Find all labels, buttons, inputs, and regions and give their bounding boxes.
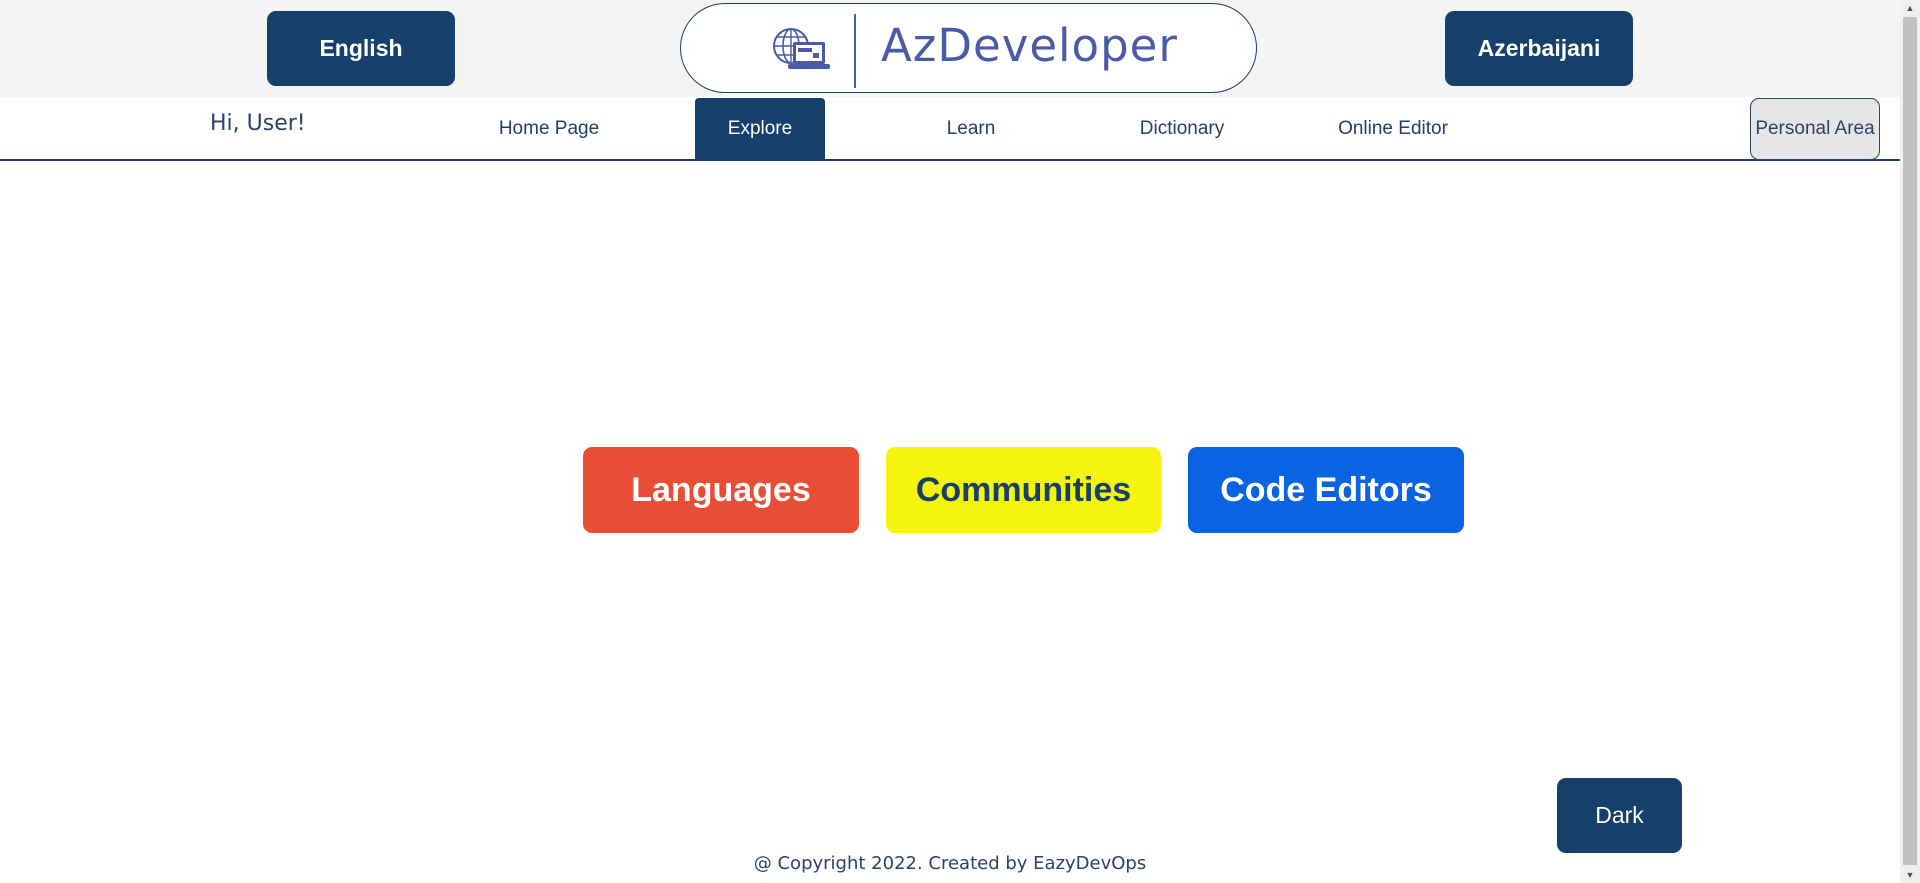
logo-divider <box>854 14 856 88</box>
nav-item-learn[interactable]: Learn <box>906 98 1036 160</box>
dark-mode-button[interactable]: Dark <box>1557 778 1682 853</box>
scroll-up-arrow-icon[interactable]: ▲ <box>1900 0 1920 16</box>
vertical-scrollbar[interactable]: ▲ ▼ <box>1900 0 1920 883</box>
nav-item-online-editor[interactable]: Online Editor <box>1328 98 1458 160</box>
scroll-thumb[interactable] <box>1903 17 1917 865</box>
header: English AzDeveloper Azerbaijani <box>0 0 1900 97</box>
page: English AzDeveloper Azerbaijani Hi, User… <box>0 0 1920 883</box>
languages-button[interactable]: Languages <box>583 447 859 533</box>
english-language-button[interactable]: English <box>267 11 455 86</box>
logo[interactable]: AzDeveloper <box>680 3 1257 93</box>
communities-button[interactable]: Communities <box>886 447 1161 533</box>
logo-text: AzDeveloper <box>881 19 1178 72</box>
nav-item-home-page[interactable]: Home Page <box>484 98 614 160</box>
nav-item-explore[interactable]: Explore <box>695 98 825 160</box>
greeting: Hi, User! <box>210 111 306 136</box>
nav-item-dictionary[interactable]: Dictionary <box>1117 98 1247 160</box>
footer-copyright: @ Copyright 2022. Created by EazyDevOps <box>753 853 1147 874</box>
personal-area-button[interactable]: Personal Area <box>1750 98 1880 160</box>
nav-bar: Hi, User! Home Page Explore Learn Dictio… <box>0 97 1900 161</box>
globe-laptop-icon <box>773 28 830 69</box>
code-editors-button[interactable]: Code Editors <box>1188 447 1464 533</box>
scroll-down-arrow-icon[interactable]: ▼ <box>1900 867 1920 883</box>
azerbaijani-language-button[interactable]: Azerbaijani <box>1445 11 1633 86</box>
